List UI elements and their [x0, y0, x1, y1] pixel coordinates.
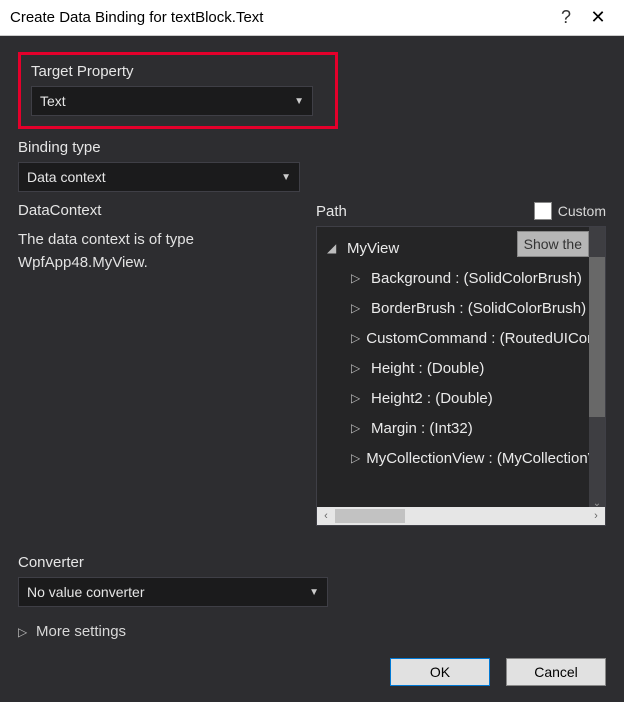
target-property-dropdown[interactable]: Text ▼ — [31, 86, 313, 116]
chevron-down-icon: ▼ — [294, 96, 304, 107]
tree-root-label: MyView — [347, 240, 399, 257]
binding-type-label: Binding type — [18, 139, 606, 156]
tree-item[interactable]: ▷Height : (Double) — [321, 353, 601, 383]
scroll-right-icon[interactable]: › — [587, 507, 605, 525]
show-button[interactable]: Show the — [517, 231, 589, 257]
expander-icon[interactable]: ▷ — [351, 271, 365, 285]
help-button[interactable]: ? — [550, 7, 582, 28]
close-button[interactable]: ✕ — [582, 7, 614, 28]
scrollbar-thumb[interactable] — [589, 257, 605, 417]
target-property-label: Target Property — [31, 63, 325, 80]
target-property-highlight: Target Property Text ▼ — [18, 52, 338, 129]
dialog-title: Create Data Binding for textBlock.Text — [10, 9, 550, 26]
title-bar: Create Data Binding for textBlock.Text ?… — [0, 0, 624, 36]
tree-item[interactable]: ▷Background : (SolidColorBrush) — [321, 263, 601, 293]
scroll-left-icon[interactable]: ‹ — [317, 507, 335, 525]
binding-type-value: Data context — [27, 169, 106, 185]
binding-type-dropdown[interactable]: Data context ▼ — [18, 162, 300, 192]
chevron-down-icon: ▼ — [309, 587, 319, 598]
more-settings-expander[interactable]: ▷ More settings — [18, 623, 606, 640]
tree-item[interactable]: ▷Height2 : (Double) — [321, 383, 601, 413]
expander-icon[interactable]: ▷ — [351, 301, 365, 315]
expander-open-icon[interactable]: ◢ — [327, 241, 341, 255]
tree-item[interactable]: ▷MyCollectionView : (MyCollectionView) — [321, 443, 601, 473]
chevron-down-icon: ▼ — [281, 172, 291, 183]
scrollbar-thumb[interactable] — [335, 509, 405, 523]
horizontal-scrollbar[interactable]: ‹ › — [317, 507, 605, 525]
path-label: Path — [316, 203, 347, 220]
ok-button[interactable]: OK — [390, 658, 490, 686]
expander-icon: ▷ — [18, 625, 32, 639]
vertical-scrollbar[interactable]: ⌄ — [589, 227, 605, 509]
expander-icon[interactable]: ▷ — [351, 361, 365, 375]
expander-icon[interactable]: ▷ — [351, 421, 365, 435]
cancel-button[interactable]: Cancel — [506, 658, 606, 686]
more-settings-label: More settings — [36, 623, 126, 640]
converter-dropdown[interactable]: No value converter ▼ — [18, 577, 328, 607]
path-tree[interactable]: Show the ◢ MyView ▷Background : (SolidCo… — [316, 226, 606, 526]
tree-item[interactable]: ▷CustomCommand : (RoutedUICommand) — [321, 323, 601, 353]
expander-icon[interactable]: ▷ — [351, 331, 360, 345]
datacontext-text: The data context is of type WpfApp48.MyV… — [18, 225, 292, 274]
expander-icon[interactable]: ▷ — [351, 391, 365, 405]
converter-value: No value converter — [27, 584, 145, 600]
custom-label: Custom — [558, 203, 606, 219]
datacontext-label: DataContext — [18, 202, 292, 219]
converter-label: Converter — [18, 554, 606, 571]
custom-checkbox[interactable] — [534, 202, 552, 220]
tree-item[interactable]: ▷BorderBrush : (SolidColorBrush) — [321, 293, 601, 323]
tree-item[interactable]: ▷Margin : (Int32) — [321, 413, 601, 443]
target-property-value: Text — [40, 93, 66, 109]
expander-icon[interactable]: ▷ — [351, 451, 360, 465]
